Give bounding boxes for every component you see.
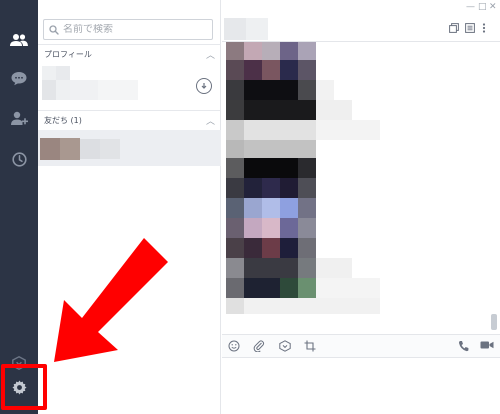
minimize-button[interactable]: —	[466, 3, 475, 12]
download-circle-icon	[201, 83, 207, 89]
more-options-icon[interactable]	[482, 23, 486, 33]
left-nav-rail	[0, 0, 38, 414]
search-icon	[49, 24, 59, 35]
avatar	[42, 66, 56, 80]
friend-search-box[interactable]	[43, 19, 213, 40]
avatar	[42, 80, 56, 100]
nav-friends-button[interactable]	[0, 22, 38, 58]
voice-call-icon[interactable]	[458, 340, 469, 352]
scrollbar-thumb[interactable]	[491, 314, 497, 330]
window-titlebar: — □ ✕	[222, 0, 500, 16]
close-button[interactable]: ✕	[489, 3, 497, 12]
video-call-icon[interactable]	[480, 340, 494, 350]
keep-icon[interactable]	[279, 340, 291, 352]
chevron-up-icon: ︿	[205, 50, 215, 61]
chat-scrollbar[interactable]	[490, 42, 498, 332]
emoji-icon[interactable]	[228, 340, 240, 352]
nav-chats-button[interactable]	[0, 60, 38, 96]
add-person-icon	[11, 111, 28, 125]
clock-icon	[11, 151, 27, 167]
copy-window-icon[interactable]	[449, 23, 459, 33]
notes-icon[interactable]	[465, 23, 475, 33]
friend-name-blurred	[100, 139, 120, 159]
chat-toolbar	[222, 334, 500, 358]
friends-section-header[interactable]: 友だち (1) ︿	[38, 111, 221, 129]
chat-name-blurred	[246, 18, 268, 40]
screenshot-crop-icon[interactable]	[304, 340, 316, 352]
friend-name-blurred	[80, 139, 100, 159]
avatar	[40, 138, 60, 160]
message-compose-area[interactable]	[222, 358, 500, 414]
chat-avatar-blurred	[224, 18, 246, 40]
chat-window: — □ ✕	[222, 0, 500, 414]
profile-section-header[interactable]: プロフィール ︿	[38, 45, 221, 63]
red-pointer-arrow-icon	[54, 238, 168, 362]
profile-name-blurred	[98, 80, 138, 100]
friend-list-item[interactable]	[38, 130, 221, 166]
avatar	[60, 138, 80, 160]
avatar	[56, 80, 70, 100]
avatar	[56, 66, 70, 80]
my-profile-row[interactable]	[38, 64, 221, 108]
chevron-up-icon: ︿	[205, 116, 215, 127]
chat-bubble-icon	[11, 71, 27, 85]
friends-section-label: 友だち (1)	[44, 115, 82, 125]
attachment-icon[interactable]	[253, 340, 265, 352]
friend-search-input[interactable]	[63, 24, 203, 35]
settings-highlight-box	[1, 364, 47, 410]
maximize-button[interactable]: □	[478, 3, 487, 12]
keep-shortcut-button[interactable]	[196, 78, 212, 94]
nav-add-friend-button[interactable]	[0, 100, 38, 136]
nav-timeline-button[interactable]	[0, 141, 38, 177]
message-image-blurred[interactable]	[226, 42, 380, 314]
chat-header	[222, 16, 500, 42]
profile-name-blurred	[70, 80, 98, 100]
profile-section-label: プロフィール	[44, 49, 92, 59]
people-icon	[10, 34, 28, 46]
messenger-app: プロフィール ︿ 友だち (1) ︿	[0, 0, 500, 414]
